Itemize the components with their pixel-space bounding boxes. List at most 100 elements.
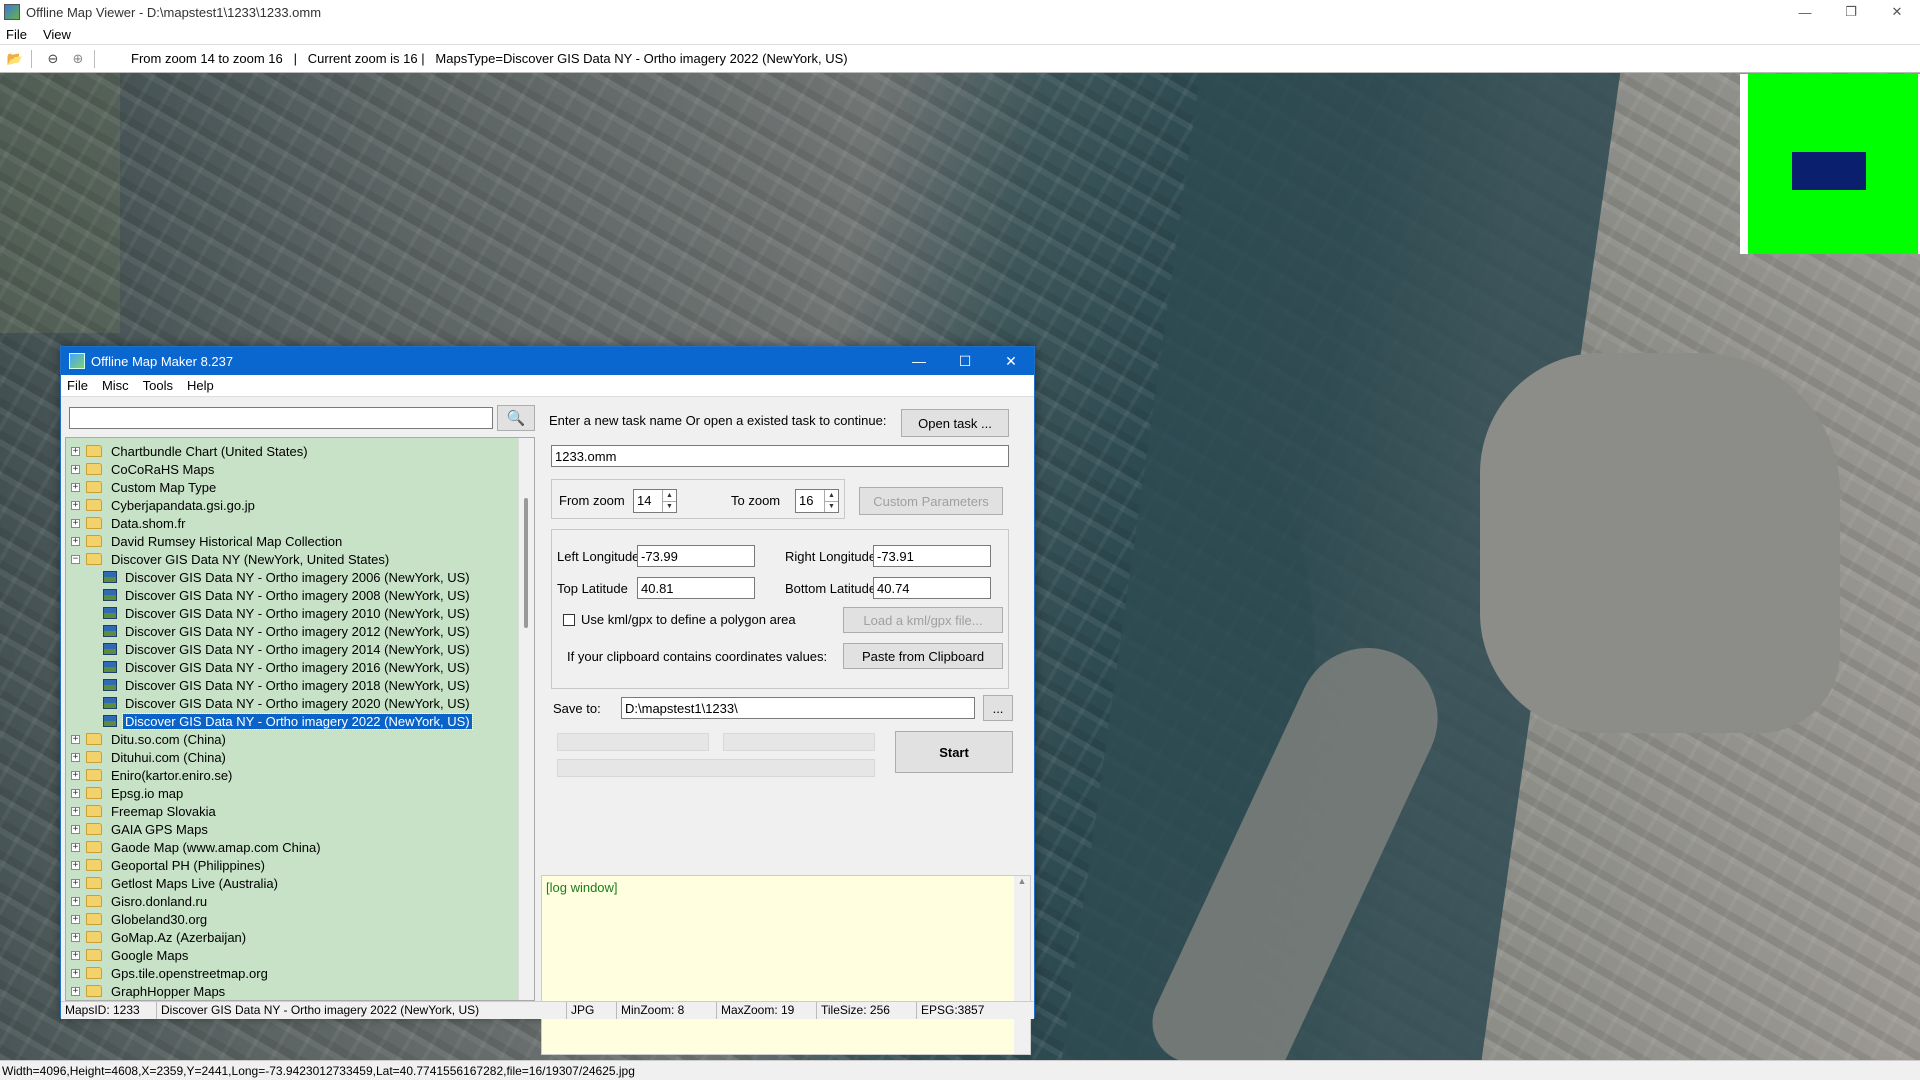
- top-latitude-field[interactable]: [637, 577, 755, 599]
- expand-toggle-icon[interactable]: +: [71, 932, 80, 942]
- tree-folder-item[interactable]: + Gps.tile.openstreetmap.org: [66, 964, 270, 982]
- start-button[interactable]: Start: [895, 731, 1013, 773]
- tree-child-item[interactable]: Discover GIS Data NY - Ortho imagery 200…: [103, 586, 472, 604]
- tree-folder-item[interactable]: + Custom Map Type: [66, 478, 218, 496]
- dialog-minimize-button[interactable]: —: [896, 347, 942, 375]
- expand-toggle-icon[interactable]: +: [71, 896, 80, 906]
- maximize-button[interactable]: ❐: [1828, 0, 1874, 24]
- custom-parameters-button[interactable]: Custom Parameters: [859, 487, 1003, 515]
- expand-toggle-icon[interactable]: +: [71, 518, 80, 528]
- tree-folder-item[interactable]: + Google Maps: [66, 946, 190, 964]
- tree-folder-item[interactable]: + Dituhui.com (China): [66, 748, 228, 766]
- spin-down-icon[interactable]: ▼: [825, 502, 838, 513]
- open-task-button[interactable]: Open task ...: [901, 409, 1009, 437]
- expand-toggle-icon[interactable]: −: [71, 554, 80, 564]
- browse-button[interactable]: ...: [983, 695, 1013, 721]
- right-longitude-field[interactable]: [873, 545, 991, 567]
- tree-folder-item[interactable]: + Gaode Map (www.amap.com China): [66, 838, 323, 856]
- map-type-tree[interactable]: + Chartbundle Chart (United States) + CoCoR…: [65, 437, 535, 1001]
- dialog-menu-help[interactable]: Help: [187, 378, 214, 393]
- load-kml-button[interactable]: Load a kml/gpx file...: [843, 607, 1003, 633]
- dialog-menu-tools[interactable]: Tools: [143, 378, 173, 393]
- dialog-menu-file[interactable]: File: [67, 378, 88, 393]
- minimize-button[interactable]: —: [1782, 0, 1828, 24]
- tree-folder-item[interactable]: + GraphHopper Maps: [66, 982, 227, 1000]
- zoom-out-icon[interactable]: ⊖: [43, 49, 63, 69]
- expand-toggle-icon[interactable]: +: [71, 914, 80, 924]
- dialog-maximize-button[interactable]: ☐: [942, 347, 988, 375]
- tree-folder-item[interactable]: + Geoportal PH (Philippines): [66, 856, 267, 874]
- bottom-latitude-field[interactable]: [873, 577, 991, 599]
- from-zoom-value[interactable]: 14: [634, 490, 662, 512]
- tree-folder-item[interactable]: + Ditu.so.com (China): [66, 730, 228, 748]
- log-window[interactable]: [log window] ▲: [541, 875, 1031, 1055]
- to-zoom-stepper[interactable]: 16 ▲ ▼: [795, 489, 839, 513]
- scroll-up-icon[interactable]: ▲: [1014, 876, 1030, 886]
- expand-toggle-icon[interactable]: +: [71, 986, 80, 996]
- tree-child-item[interactable]: Discover GIS Data NY - Ortho imagery 201…: [103, 676, 472, 694]
- paste-clipboard-button[interactable]: Paste from Clipboard: [843, 643, 1003, 669]
- save-path-field[interactable]: [621, 697, 975, 719]
- tree-folder-item[interactable]: − Discover GIS Data NY (NewYork, United S…: [66, 550, 391, 568]
- tree-folder-item[interactable]: + Data.shom.fr: [66, 514, 187, 532]
- tree-folder-item[interactable]: + GAIA GPS Maps: [66, 820, 210, 838]
- expand-toggle-icon[interactable]: +: [71, 446, 80, 456]
- expand-toggle-icon[interactable]: +: [71, 536, 80, 546]
- expand-toggle-icon[interactable]: +: [71, 500, 80, 510]
- from-zoom-stepper[interactable]: 14 ▲ ▼: [633, 489, 677, 513]
- tree-folder-item[interactable]: + Freemap Slovakia: [66, 802, 218, 820]
- expand-toggle-icon[interactable]: +: [71, 860, 80, 870]
- tree-folder-item[interactable]: + GoMap.Az (Azerbaijan): [66, 928, 248, 946]
- expand-toggle-icon[interactable]: +: [71, 482, 80, 492]
- tree-scroll-thumb[interactable]: [524, 498, 528, 628]
- tree-folder-item[interactable]: + Globeland30.org: [66, 910, 209, 928]
- expand-toggle-icon[interactable]: +: [71, 878, 80, 888]
- tree-item-label: Discover GIS Data NY (NewYork, United St…: [111, 551, 390, 567]
- expand-toggle-icon[interactable]: +: [71, 464, 80, 474]
- tree-child-item[interactable]: Discover GIS Data NY - Ortho imagery 200…: [103, 568, 472, 586]
- tree-child-item[interactable]: Discover GIS Data NY - Ortho imagery 201…: [103, 622, 472, 640]
- use-kml-checkbox[interactable]: [563, 614, 575, 626]
- tree-folder-item[interactable]: + Gisro.donland.ru: [66, 892, 209, 910]
- minimap[interactable]: [1740, 74, 1920, 254]
- tree-scrollbar[interactable]: [518, 438, 534, 1000]
- tree-folder-item[interactable]: + Getlost Maps Live (Australia): [66, 874, 280, 892]
- expand-toggle-icon[interactable]: +: [71, 770, 80, 780]
- tree-child-item[interactable]: Discover GIS Data NY - Ortho imagery 201…: [103, 640, 472, 658]
- tree-child-item[interactable]: Discover GIS Data NY - Ortho imagery 201…: [103, 604, 472, 622]
- task-name-field[interactable]: [551, 445, 1009, 467]
- expand-toggle-icon[interactable]: +: [71, 788, 80, 798]
- spin-down-icon[interactable]: ▼: [663, 502, 676, 513]
- expand-toggle-icon[interactable]: +: [71, 968, 80, 978]
- tree-folder-item[interactable]: + Cyberjapandata.gsi.go.jp: [66, 496, 257, 514]
- spin-up-icon[interactable]: ▲: [663, 490, 676, 502]
- left-longitude-field[interactable]: [637, 545, 755, 567]
- to-zoom-value[interactable]: 16: [796, 490, 824, 512]
- dialog-menu-misc[interactable]: Misc: [102, 378, 129, 393]
- spin-up-icon[interactable]: ▲: [825, 490, 838, 502]
- tree-folder-item[interactable]: + Eniro(kartor.eniro.se): [66, 766, 234, 784]
- expand-toggle-icon[interactable]: +: [71, 842, 80, 852]
- search-button[interactable]: 🔍: [497, 405, 535, 431]
- menu-view[interactable]: View: [43, 27, 71, 42]
- tree-folder-item[interactable]: + Chartbundle Chart (United States): [66, 442, 310, 460]
- expand-toggle-icon[interactable]: +: [71, 752, 80, 762]
- tree-folder-item[interactable]: + David Rumsey Historical Map Collection: [66, 532, 344, 550]
- expand-toggle-icon[interactable]: +: [71, 824, 80, 834]
- tree-child-item[interactable]: Discover GIS Data NY - Ortho imagery 201…: [103, 658, 472, 676]
- close-button[interactable]: ✕: [1874, 0, 1920, 24]
- log-scrollbar[interactable]: ▲: [1014, 876, 1030, 1054]
- dialog-close-button[interactable]: ✕: [988, 347, 1034, 375]
- expand-toggle-icon[interactable]: +: [71, 734, 80, 744]
- search-input[interactable]: [69, 407, 493, 429]
- expand-toggle-icon[interactable]: +: [71, 806, 80, 816]
- tree-child-item[interactable]: Discover GIS Data NY - Ortho imagery 202…: [103, 712, 473, 730]
- menu-file[interactable]: File: [6, 27, 27, 42]
- dialog-title: Offline Map Maker 8.237: [91, 353, 234, 369]
- tree-folder-item[interactable]: + CoCoRaHS Maps: [66, 460, 216, 478]
- open-folder-icon[interactable]: 📂: [5, 49, 25, 69]
- tree-folder-item[interactable]: + Epsg.io map: [66, 784, 185, 802]
- zoom-in-icon[interactable]: ⊕: [68, 49, 88, 69]
- tree-child-item[interactable]: Discover GIS Data NY - Ortho imagery 202…: [103, 694, 472, 712]
- expand-toggle-icon[interactable]: +: [71, 950, 80, 960]
